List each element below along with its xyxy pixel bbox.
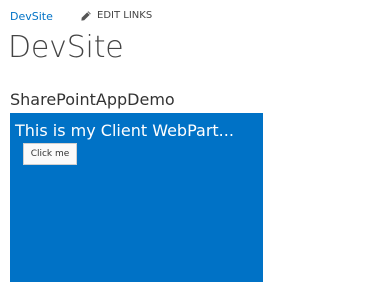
webpart-title: SharePointAppDemo [10,90,175,109]
top-navigation: DevSite EDIT LINKS [0,0,385,30]
edit-links-label: EDIT LINKS [97,10,153,21]
webpart-heading: This is my Client WebPart... [15,121,234,140]
edit-links-button[interactable]: EDIT LINKS [80,9,152,23]
pencil-icon [80,10,92,22]
click-me-button[interactable]: Click me [23,143,77,165]
site-breadcrumb-link[interactable]: DevSite [10,10,53,24]
page-title: DevSite [8,30,124,65]
client-webpart-frame: This is my Client WebPart... Click me [10,113,263,282]
